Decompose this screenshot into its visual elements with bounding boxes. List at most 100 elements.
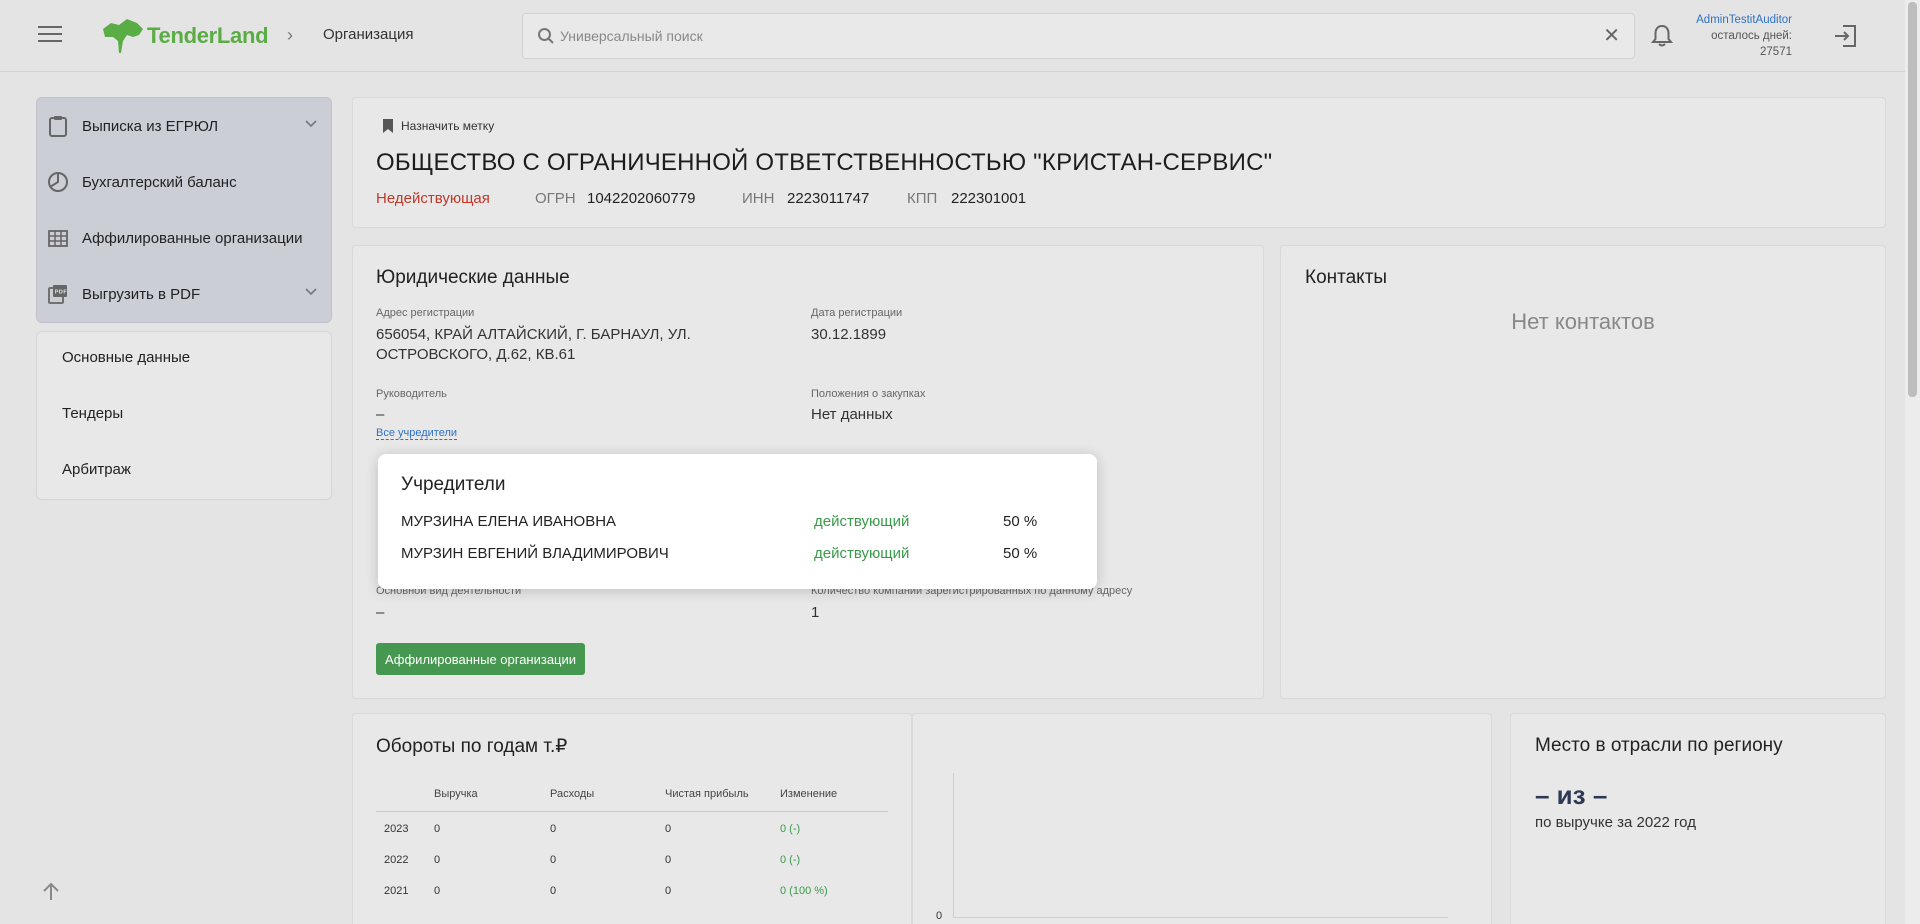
turnover-profit: 0: [665, 885, 672, 897]
kpp-label: КПП: [907, 190, 938, 207]
logo-text: TenderLand: [147, 23, 269, 48]
turnover-expenses: 0: [550, 885, 557, 897]
turnover-expenses: 0: [550, 823, 557, 835]
logo-tree-icon: [103, 19, 143, 53]
pdf-icon: PDF: [48, 285, 67, 304]
sidebar-action-label: Бухгалтерский баланс: [82, 173, 237, 191]
kpp-value: 222301001: [951, 190, 1027, 207]
search-icon: [538, 28, 554, 44]
notifications-bell-icon[interactable]: [1651, 24, 1673, 48]
turnover-revenue: 0: [434, 885, 441, 897]
sidebar-nav-arbitration[interactable]: Арбитраж: [62, 461, 131, 478]
assign-tag-button[interactable]: Назначить метку: [381, 118, 494, 134]
purchase-value: Нет данных: [811, 406, 893, 423]
activity-value: –: [376, 604, 385, 621]
bookmark-icon: [383, 119, 393, 133]
turnover-profit: 0: [665, 823, 672, 835]
breadcrumb-chevron-icon: ›: [287, 25, 293, 45]
sidebar-nav-tenders[interactable]: Тендеры: [62, 405, 123, 422]
ogrn-label: ОГРН: [535, 190, 576, 207]
founder-name: МУРЗИН ЕВГЕНИЙ ВЛАДИМИРОВИЧ: [401, 545, 669, 562]
region-rank-subtitle: по выручке за 2022 год: [1535, 814, 1696, 831]
turnover-col-header: Выручка: [434, 788, 478, 800]
founder-share: 50 %: [1003, 513, 1038, 530]
no-contacts-text: Нет контактов: [1511, 309, 1655, 334]
founder-status: действующий: [814, 545, 910, 562]
inn-label: ИНН: [742, 190, 775, 207]
logout-icon[interactable]: [1833, 24, 1859, 48]
reg-date-value: 30.12.1899: [811, 326, 887, 343]
sidebar-action-affiliated[interactable]: Аффилированные организации: [37, 210, 331, 266]
turnover-col-header: Изменение: [780, 788, 838, 800]
chart-y-tick-label: 0: [936, 910, 943, 922]
days-left-value: 27571: [1760, 46, 1792, 58]
turnover-expenses: 0: [550, 854, 557, 866]
purchase-label: Положения о закупках: [811, 388, 926, 400]
turnover-col-header: Расходы: [550, 788, 595, 800]
address-label: Адрес регистрации: [376, 307, 475, 319]
clear-search-icon[interactable]: ✕: [1603, 26, 1620, 46]
turnover-profit: 0: [665, 854, 672, 866]
affiliated-orgs-button[interactable]: Аффилированные организации: [376, 643, 585, 675]
top-header: TenderLand › Организация ✕ AdminTestitAu…: [0, 0, 1905, 72]
chart-y-axis: [953, 773, 954, 918]
assign-tag-label: Назначить метку: [401, 119, 495, 133]
chevron-down-icon[interactable]: [305, 288, 317, 296]
org-status: Недействующая: [376, 190, 490, 207]
sidebar-action-label: Выгрузить в PDF: [82, 285, 201, 303]
head-value: –: [376, 406, 385, 423]
address-line-2: ОСТРОВСКОГО, Д.62, КВ.61: [376, 346, 576, 363]
address-line-1: 656054, КРАЙ АЛТАЙСКИЙ, Г. БАРНАУЛ, УЛ.: [376, 326, 691, 343]
turnover-col-header: Чистая прибыль: [665, 788, 749, 800]
founder-name: МУРЗИНА ЕЛЕНА ИВАНОВНА: [401, 513, 617, 530]
sidebar-action-label: Выписка из ЕГРЮЛ: [82, 117, 219, 135]
founders-popup: Учредители МУРЗИНА ЕЛЕНА ИВАНОВНА действ…: [378, 454, 1097, 589]
turnover-revenue: 0: [434, 854, 441, 866]
region-rank-value: – из –: [1535, 780, 1608, 810]
sidebar-action-balance[interactable]: Бухгалтерский баланс: [37, 154, 331, 210]
chevron-down-icon[interactable]: [305, 120, 317, 128]
ogrn-value: 1042202060779: [587, 190, 696, 207]
region-rank-title: Место в отрасли по региону: [1535, 735, 1783, 756]
pie-chart-icon: [48, 172, 68, 192]
clipboard-icon: [49, 116, 67, 137]
menu-icon[interactable]: [38, 26, 62, 44]
founder-status: действующий: [814, 513, 910, 530]
user-info: AdminTestitAuditor осталось дней: 27571: [1696, 12, 1792, 60]
all-founders-link[interactable]: Все учредители: [376, 427, 458, 440]
sidebar-actions: Выписка из ЕГРЮЛ Бухгалтерский баланс Аф…: [36, 97, 332, 323]
search-input[interactable]: [560, 14, 1560, 58]
turnover-title: Обороты по годам т.₽: [376, 736, 568, 757]
days-left-label: осталось дней:: [1711, 30, 1792, 42]
turnover-change: 0 (-): [780, 823, 801, 835]
page-scrollbar[interactable]: [1905, 0, 1920, 924]
turnover-change: 0 (100 %): [780, 885, 828, 897]
sidebar-action-label: Аффилированные организации: [82, 229, 303, 247]
scroll-to-top-icon[interactable]: [42, 882, 60, 902]
companies-at-address-value: 1: [811, 604, 820, 621]
org-name: ОБЩЕСТВО С ОГРАНИЧЕННОЙ ОТВЕТСТВЕННОСТЬЮ…: [376, 149, 1273, 176]
turnover-year: 2022: [384, 854, 409, 866]
contacts-title: Контакты: [1305, 267, 1388, 288]
sidebar-nav-main[interactable]: Основные данные: [62, 349, 190, 366]
scrollbar-thumb[interactable]: [1908, 2, 1917, 397]
logo[interactable]: TenderLand: [99, 14, 269, 58]
sidebar-action-pdf[interactable]: PDF Выгрузить в PDF: [37, 266, 331, 322]
user-name-link[interactable]: AdminTestitAuditor: [1696, 12, 1792, 28]
inn-value: 2223011747: [787, 190, 870, 207]
turnover-chart-card: [912, 713, 1492, 924]
turnover-header-divider: [376, 811, 888, 812]
breadcrumb-current: Организация: [323, 26, 414, 43]
reg-date-label: Дата регистрации: [811, 307, 903, 319]
turnover-year: 2021: [384, 885, 409, 897]
sidebar-action-egrul[interactable]: Выписка из ЕГРЮЛ: [37, 98, 331, 154]
founders-popup-title: Учредители: [401, 474, 506, 495]
head-label: Руководитель: [376, 388, 447, 400]
global-search: ✕: [522, 13, 1635, 59]
turnover-year: 2023: [384, 823, 409, 835]
chart-x-axis: [953, 917, 1448, 918]
turnover-change: 0 (-): [780, 854, 801, 866]
founder-share: 50 %: [1003, 545, 1038, 562]
turnover-revenue: 0: [434, 823, 441, 835]
sidebar-nav: Основные данные Тендеры Арбитраж: [36, 331, 332, 500]
